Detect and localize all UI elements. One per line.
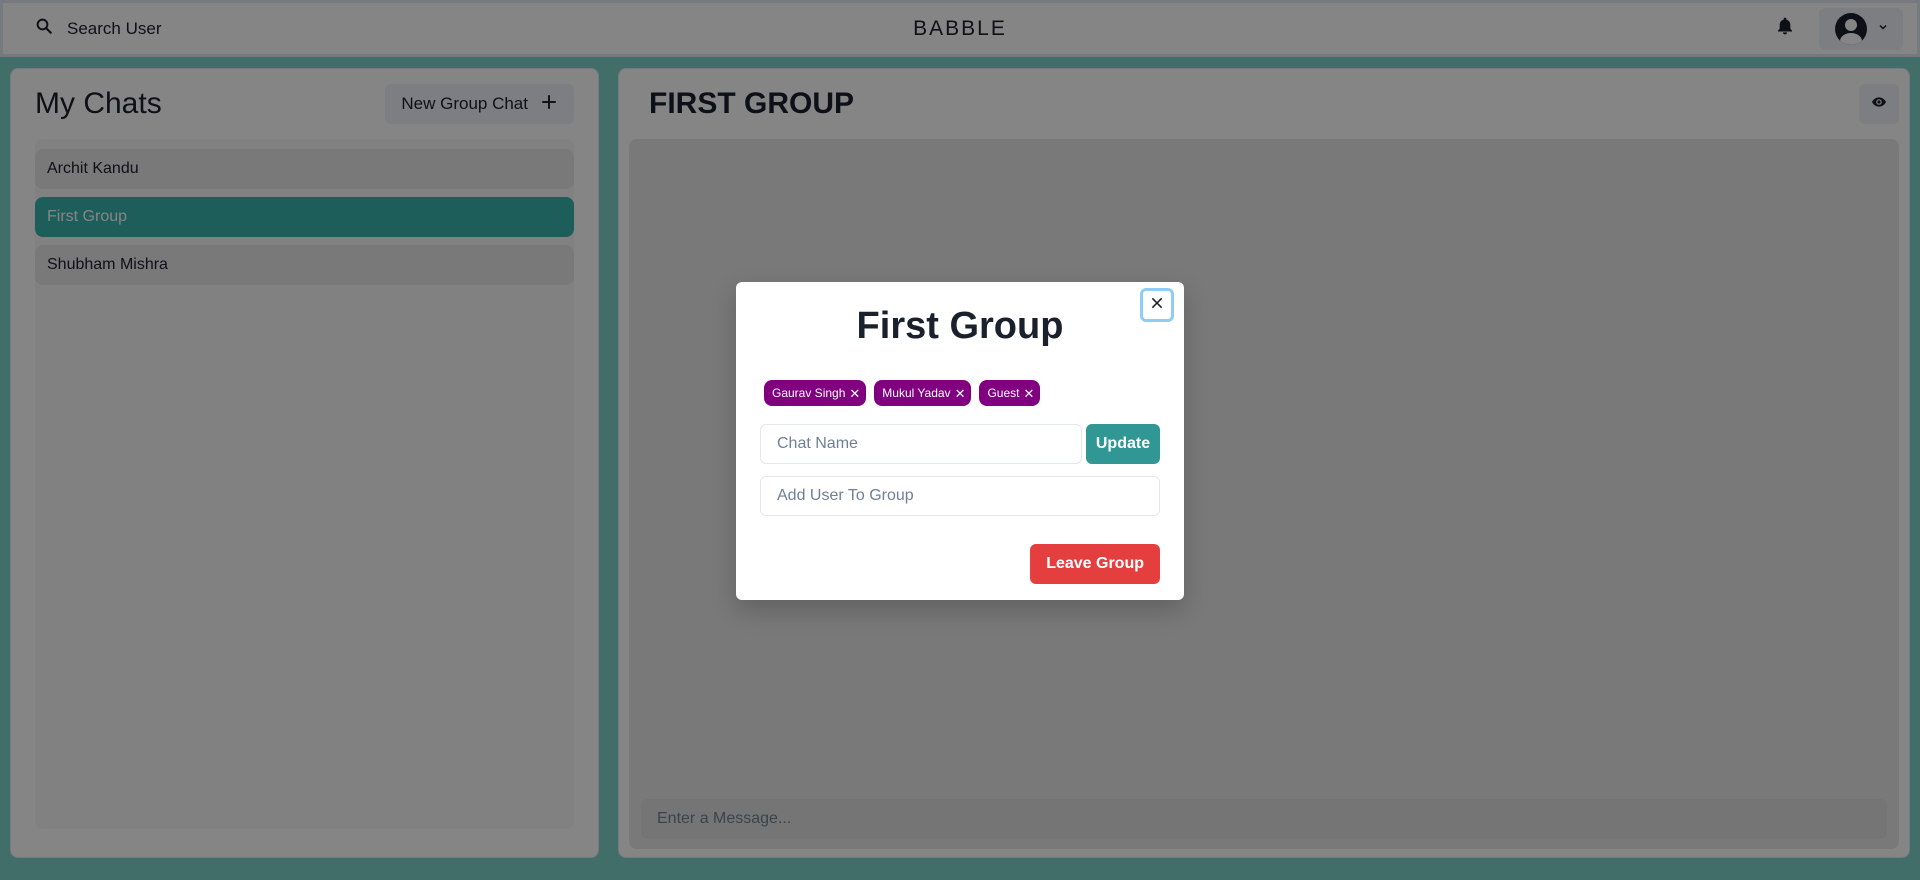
add-user-input[interactable] [760, 476, 1160, 516]
modal-close-button[interactable] [1140, 288, 1174, 322]
member-badge-guest[interactable]: Guest ✕ [979, 380, 1041, 406]
group-settings-modal: First Group Gaurav Singh ✕ Mukul Yadav ✕… [736, 282, 1184, 600]
chat-name-input[interactable] [760, 424, 1082, 464]
remove-member-icon[interactable]: ✕ [849, 387, 860, 400]
remove-member-icon[interactable]: ✕ [955, 387, 966, 400]
leave-group-button[interactable]: Leave Group [1030, 544, 1160, 584]
member-badge-label: Mukul Yadav [882, 386, 951, 400]
modal-title: First Group [856, 305, 1064, 347]
remove-member-icon[interactable]: ✕ [1023, 387, 1034, 400]
update-button[interactable]: Update [1086, 424, 1160, 464]
group-members: Gaurav Singh ✕ Mukul Yadav ✕ Guest ✕ [760, 380, 1160, 406]
member-badge-label: Gaurav Singh [772, 386, 846, 400]
close-icon [1150, 296, 1164, 315]
member-badge-mukul-yadav[interactable]: Mukul Yadav ✕ [874, 380, 972, 406]
member-badge-gaurav-singh[interactable]: Gaurav Singh ✕ [764, 380, 867, 406]
member-badge-label: Guest [987, 386, 1020, 400]
rename-row: Update [760, 424, 1160, 464]
